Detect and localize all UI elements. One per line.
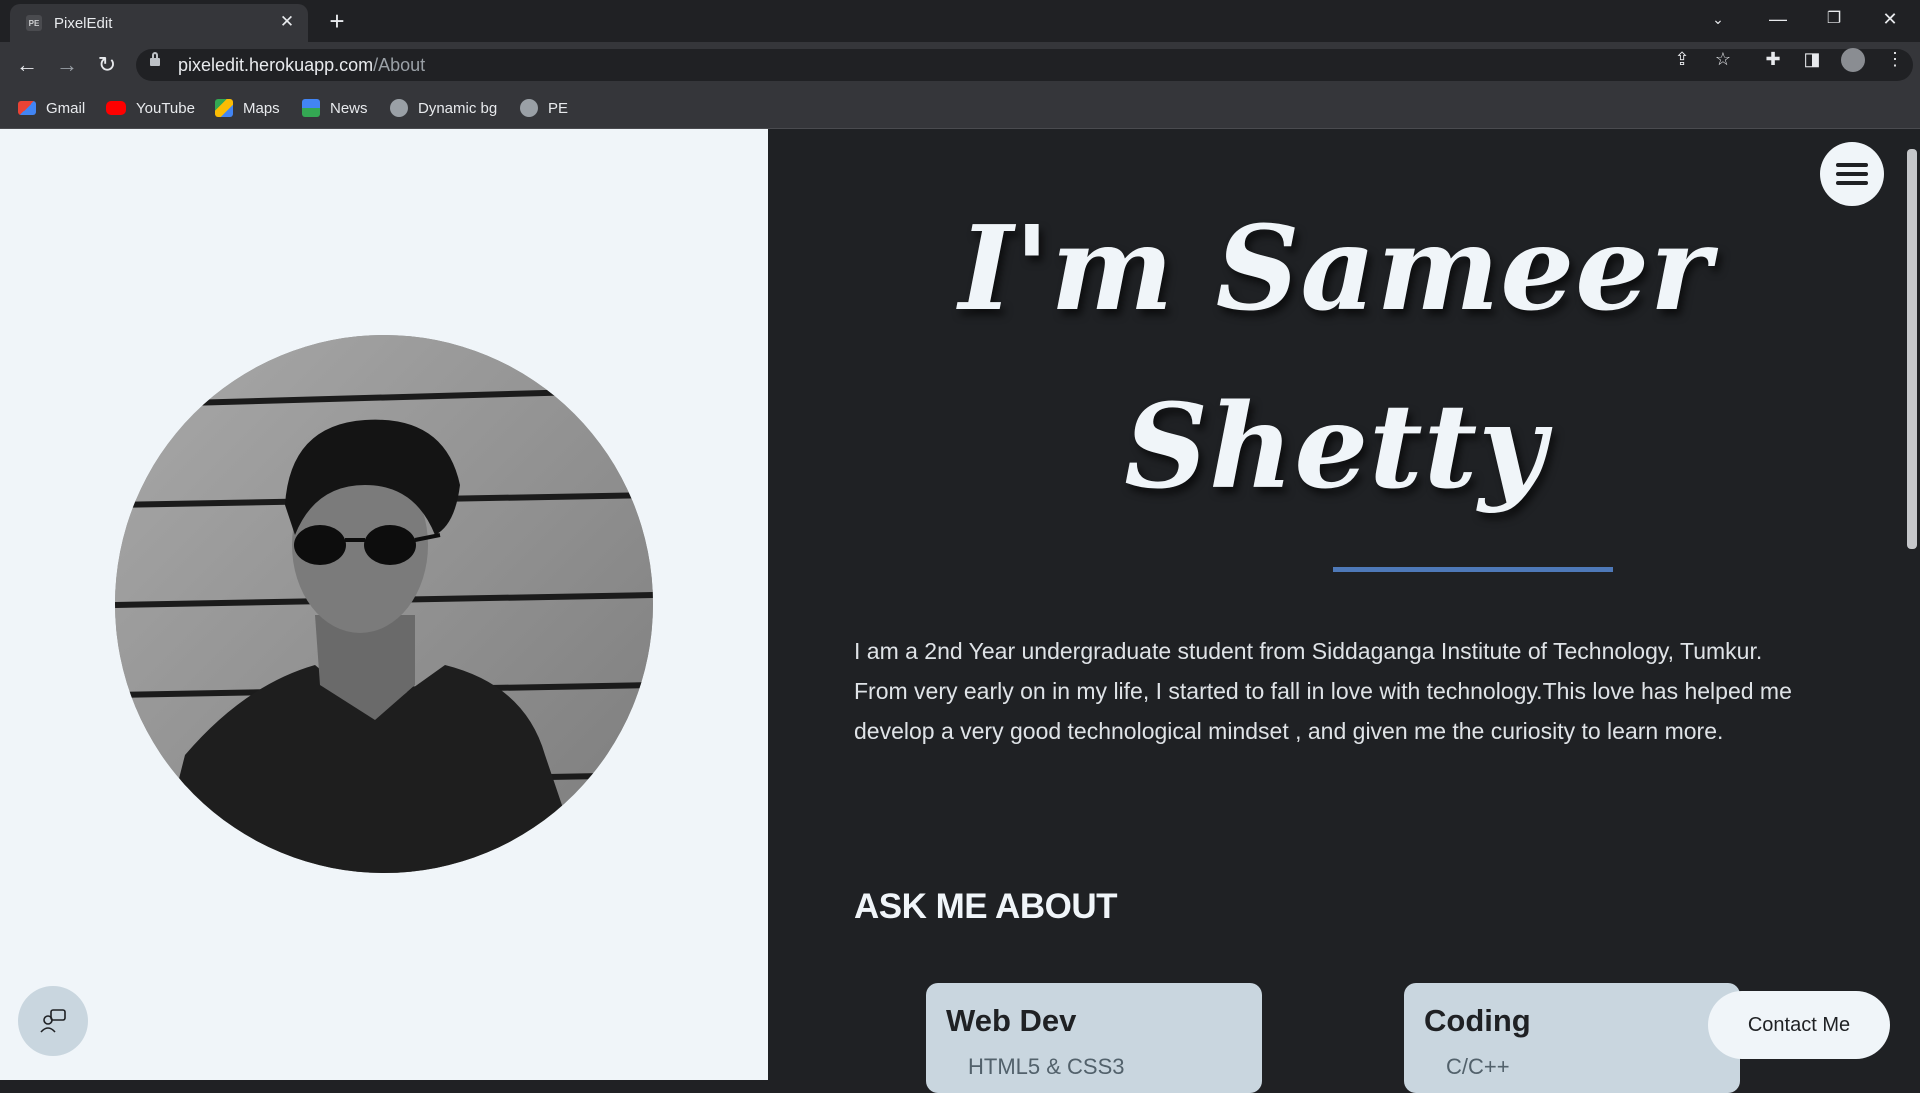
bio-paragraph: I am a 2nd Year undergraduate student fr… <box>854 638 1792 744</box>
profile-avatar-icon[interactable] <box>1838 44 1868 74</box>
bookmarks-bar: Gmail YouTube Maps News Dynamic bg PE <box>0 88 1920 129</box>
minimize-button[interactable]: — <box>1750 0 1806 38</box>
profile-photo <box>115 335 653 873</box>
reload-icon[interactable]: ↻ <box>91 49 123 81</box>
card-title: Web Dev <box>946 1003 1077 1038</box>
ask-me-about-heading: ASK ME ABOUT <box>854 887 1117 926</box>
bookmark-dynamic-bg[interactable]: Dynamic bg <box>390 97 497 119</box>
scrollbar-thumb[interactable] <box>1907 149 1917 549</box>
url-text: pixeledit.herokuapp.com/About <box>178 55 426 75</box>
card-title: Coding <box>1424 1003 1531 1038</box>
browser-menu-icon[interactable]: ⋮ <box>1880 44 1910 74</box>
maps-icon <box>215 99 233 117</box>
side-panel-icon[interactable]: ◨ <box>1797 44 1827 74</box>
bookmark-news[interactable]: News <box>302 97 368 119</box>
menu-button[interactable] <box>1820 142 1884 206</box>
pixeledit-favicon-icon: PE <box>26 15 42 31</box>
gmail-icon <box>18 101 36 115</box>
bookmark-gmail[interactable]: Gmail <box>18 97 85 119</box>
lock-icon <box>150 52 160 66</box>
news-icon <box>302 99 320 117</box>
bookmark-maps[interactable]: Maps <box>215 97 280 119</box>
heading-name-line2: Shetty <box>1124 379 1547 515</box>
window-close-button[interactable]: ✕ <box>1862 0 1918 38</box>
share-icon[interactable]: ⇪ <box>1667 44 1697 74</box>
extensions-icon[interactable]: ✚ <box>1758 44 1788 74</box>
card-item: C/C++ <box>1446 1054 1510 1079</box>
feedback-icon <box>40 1009 66 1033</box>
hamburger-icon <box>1836 163 1868 185</box>
profile-photo-illustration <box>115 335 653 873</box>
tab-title: PixelEdit <box>54 15 113 32</box>
globe-icon <box>390 99 408 117</box>
browser-tabstrip: PE PixelEdit ✕ + ⌄ — ❐ ✕ <box>0 0 1920 42</box>
address-bar[interactable]: pixeledit.herokuapp.com/About <box>136 49 1913 81</box>
close-tab-icon[interactable]: ✕ <box>276 11 298 33</box>
skill-card-coding[interactable]: Coding C/C++ <box>1404 983 1740 1093</box>
new-tab-button[interactable]: + <box>322 6 352 36</box>
tab-search-icon[interactable]: ⌄ <box>1690 0 1746 38</box>
skill-card-webdev[interactable]: Web Dev HTML5 & CSS3 <box>926 983 1262 1093</box>
card-item: HTML5 & CSS3 <box>968 1054 1125 1079</box>
youtube-icon <box>106 101 126 115</box>
right-panel: I'm Sameer Shetty I am a 2nd Year underg… <box>768 129 1903 1093</box>
chat-button[interactable] <box>18 986 88 1056</box>
bookmark-star-icon[interactable]: ☆ <box>1708 44 1738 74</box>
left-panel <box>0 129 768 1080</box>
page-scrollbar[interactable] <box>1903 129 1920 1080</box>
heading-underline <box>1333 567 1613 572</box>
about-page: I'm Sameer Shetty I am a 2nd Year underg… <box>0 129 1903 1093</box>
bookmark-youtube[interactable]: YouTube <box>106 97 195 119</box>
contact-me-button[interactable]: Contact Me <box>1708 991 1890 1059</box>
browser-tab[interactable]: PE PixelEdit ✕ <box>10 4 308 42</box>
globe-icon <box>520 99 538 117</box>
back-icon[interactable]: ← <box>11 49 43 81</box>
browser-toolbar: ← → ↻ pixeledit.herokuapp.com/About <box>0 42 1920 88</box>
forward-icon[interactable]: → <box>51 49 83 81</box>
heading-name-line1: I'm Sameer <box>958 201 1713 337</box>
restore-button[interactable]: ❐ <box>1806 0 1862 38</box>
bookmark-pe[interactable]: PE <box>520 97 568 119</box>
